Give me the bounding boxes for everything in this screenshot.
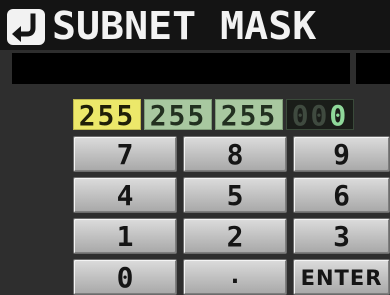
key-3[interactable]: 3	[293, 218, 390, 254]
page-title: SUBNET MASK	[52, 4, 317, 48]
octet-field-2[interactable]: 255	[144, 99, 212, 131]
key-4[interactable]: 4	[73, 177, 177, 213]
octet-placeholder-digits: 00	[291, 99, 330, 132]
key-7[interactable]: 7	[73, 136, 177, 172]
key-9[interactable]: 9	[293, 136, 390, 172]
octet-field-3[interactable]: 255	[215, 99, 283, 131]
octet-field-1[interactable]: 255	[73, 99, 141, 131]
subnet-mask-screen: SUBNET MASK 255 255 255 000 7 8 9 4 5 6 …	[0, 0, 390, 295]
key-2[interactable]: 2	[183, 218, 287, 254]
value-display-side	[356, 53, 390, 84]
octet-value-digit: 0	[329, 99, 349, 132]
octet-field-4[interactable]: 000	[286, 99, 354, 132]
key-0[interactable]: 0	[73, 259, 177, 295]
return-arrow-icon	[7, 9, 45, 45]
key-8[interactable]: 8	[183, 136, 287, 172]
key-1[interactable]: 1	[73, 218, 177, 254]
key-5[interactable]: 5	[183, 177, 287, 213]
back-button[interactable]	[6, 8, 46, 46]
value-display	[12, 53, 350, 84]
key-6[interactable]: 6	[293, 177, 390, 213]
key-dot[interactable]: .	[183, 259, 287, 295]
title-bar: SUBNET MASK	[0, 0, 390, 50]
enter-button[interactable]: ENTER	[293, 259, 390, 295]
